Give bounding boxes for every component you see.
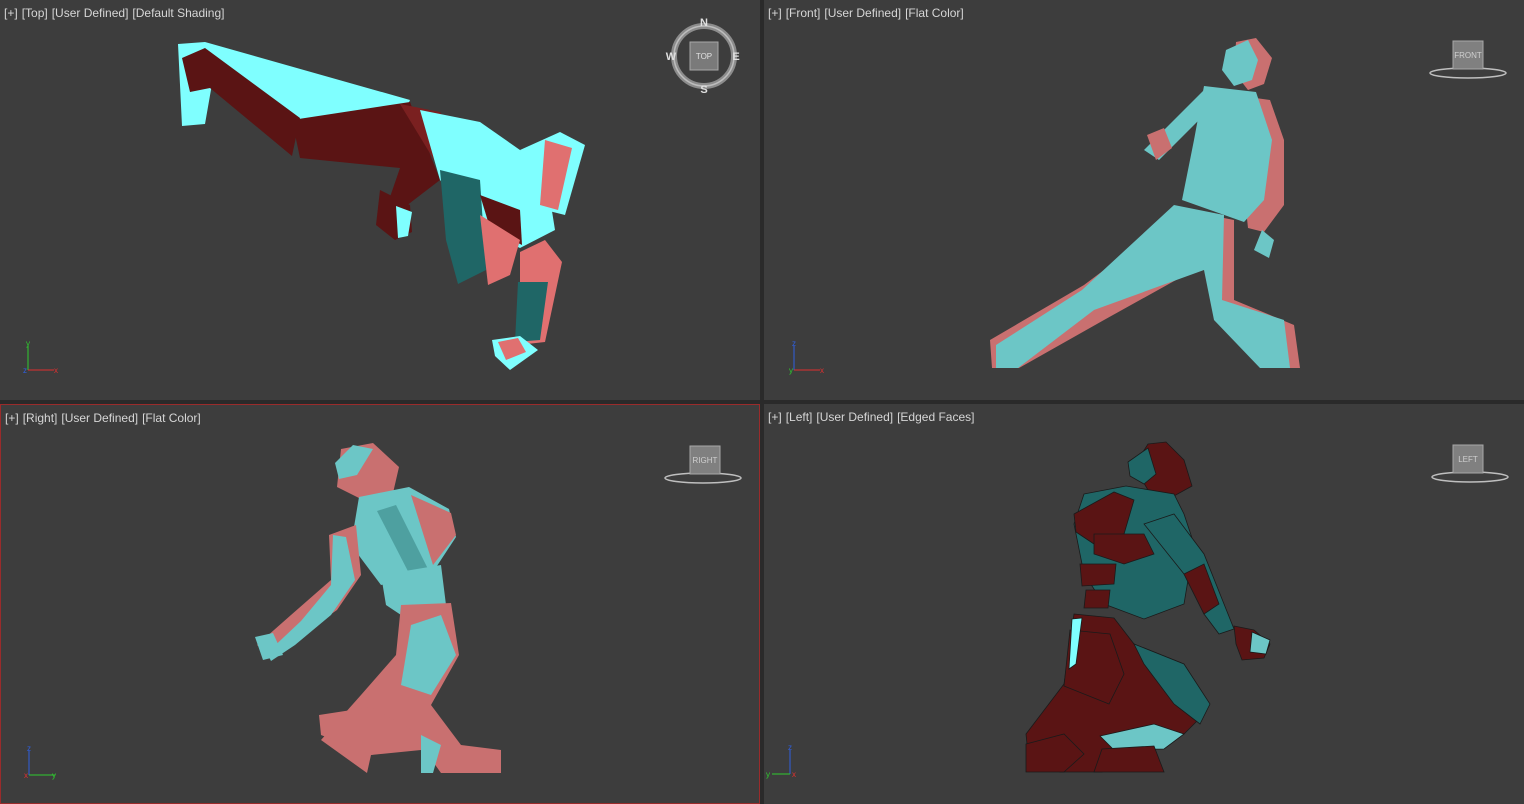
character-model-left[interactable] (764, 404, 1524, 804)
axis-y: y (52, 771, 56, 780)
character-model-right[interactable] (1, 405, 760, 804)
axis-z: z (788, 743, 792, 752)
viewcube-left[interactable]: LEFT (1428, 440, 1518, 490)
viewport-front[interactable]: [+] [Front] [User Defined] [Flat Color] FRO… (764, 0, 1524, 400)
character-model-top[interactable] (0, 0, 760, 400)
viewcube-front[interactable]: FRONT (1426, 36, 1516, 86)
axis-x: x (24, 771, 28, 780)
axis-y: y (26, 339, 30, 348)
viewport-left[interactable]: [+] [Left] [User Defined] [Edged Faces] LEF… (764, 404, 1524, 804)
viewcube-label: TOP (696, 52, 712, 61)
axis-triad-top: y x z (23, 339, 58, 375)
viewport-top[interactable]: [+] [Top] [User Defined] [Default Shading] … (0, 0, 760, 400)
character-model-front[interactable] (764, 0, 1524, 400)
viewcube-label: FRONT (1454, 51, 1482, 60)
axis-triad-front: z x y (789, 339, 824, 375)
viewcube-right[interactable]: RIGHT (661, 441, 751, 491)
axis-y: y (766, 770, 770, 779)
compass-n: N (700, 17, 708, 29)
viewcube-compass-top[interactable]: TOP N S E W (664, 16, 744, 96)
axis-x: x (820, 366, 824, 375)
viewcube-label: LEFT (1458, 455, 1478, 464)
axis-y: y (789, 366, 793, 375)
axis-z: z (792, 339, 796, 348)
axis-z: z (27, 744, 31, 753)
axis-x: x (792, 770, 796, 779)
axis-triad-right: z y x (24, 744, 56, 780)
compass-w: W (666, 51, 677, 63)
viewcube-label: RIGHT (693, 456, 718, 465)
compass-s: S (700, 84, 707, 96)
viewport-right[interactable]: [+] [Right] [User Defined] [Flat Color] RIG… (0, 404, 760, 804)
axis-x: x (54, 366, 58, 375)
axis-z: z (23, 366, 27, 375)
axis-triad-left: z y x (766, 743, 796, 779)
compass-e: E (732, 51, 739, 63)
